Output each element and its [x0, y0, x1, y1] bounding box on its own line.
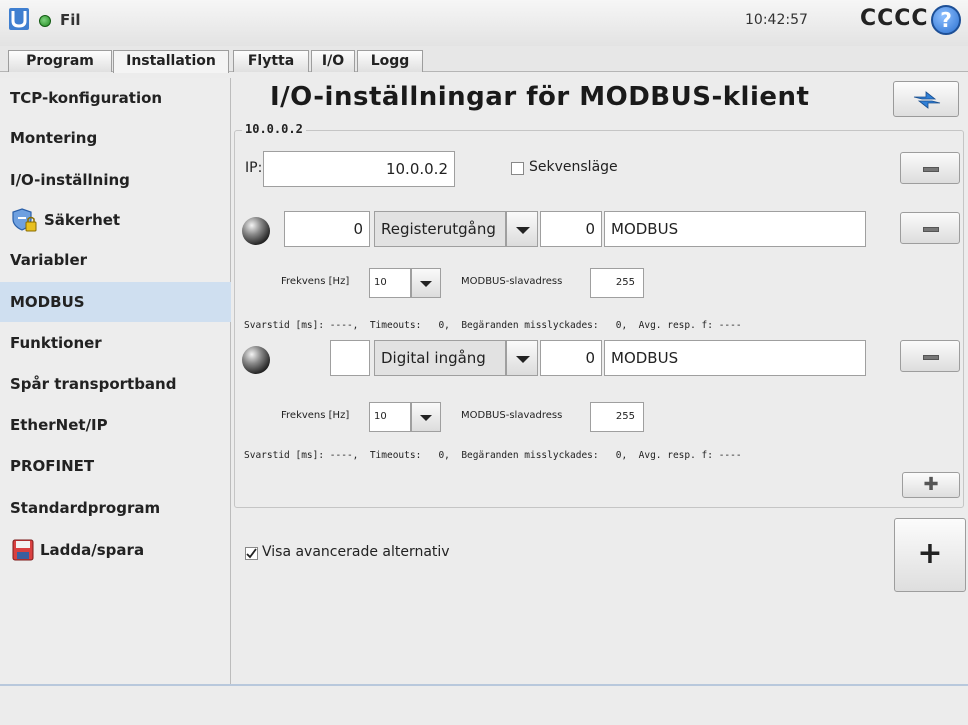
status-indicator-icon: [39, 15, 51, 27]
signal-name-input[interactable]: MODBUS: [604, 211, 866, 247]
robot-name: CCCC: [860, 6, 929, 31]
frequency-dropdown-button[interactable]: [411, 402, 441, 432]
signal-type-select[interactable]: Digital ingång: [374, 340, 506, 376]
sidebar: TCP-konfiguration Montering I/O-inställn…: [0, 78, 231, 684]
sidebar-item-tcp[interactable]: TCP-konfiguration: [0, 78, 231, 118]
sidebar-item-ladda-spara[interactable]: Ladda/spara: [0, 530, 231, 570]
signal-type-dropdown-button[interactable]: [506, 211, 538, 247]
frequency-label: Frekvens [Hz]: [281, 410, 350, 421]
ur-logo-icon: [9, 8, 29, 30]
tab-program[interactable]: Program: [8, 50, 112, 72]
help-icon[interactable]: ?: [931, 5, 961, 35]
signal-status-text: Svarstid [ms]: ----, Timeouts: 0, Begära…: [244, 450, 742, 461]
remove-unit-button[interactable]: [900, 152, 960, 184]
floppy-disk-icon: [12, 539, 34, 561]
sidebar-item-standardprogram[interactable]: Standardprogram: [0, 488, 231, 528]
group-label: 10.0.0.2: [242, 122, 306, 136]
top-bar: Fil 10:42:57 CCCC ?: [0, 0, 968, 46]
signal-register-input[interactable]: 0: [540, 340, 602, 376]
sidebar-item-variabler[interactable]: Variabler: [0, 240, 231, 280]
sidebar-item-profinet[interactable]: PROFINET: [0, 446, 231, 486]
remove-signal-button[interactable]: [900, 212, 960, 244]
add-signal-button[interactable]: ✚: [902, 472, 960, 498]
slave-address-input[interactable]: 255: [590, 268, 644, 298]
advanced-options-checkbox[interactable]: [245, 547, 258, 560]
sidebar-item-sakerhet[interactable]: Säkerhet: [0, 200, 231, 240]
sequence-mode-label: Sekvensläge: [529, 159, 618, 175]
signal-status-led-icon: [242, 346, 270, 374]
signal-status-text: Svarstid [ms]: ----, Timeouts: 0, Begära…: [244, 320, 742, 331]
slave-address-label: MODBUS-slavadress: [461, 276, 563, 287]
advanced-options-label: Visa avancerade alternativ: [262, 544, 450, 560]
signal-register-input[interactable]: 0: [540, 211, 602, 247]
frequency-select[interactable]: 10: [369, 268, 411, 298]
sidebar-item-label: Säkerhet: [44, 211, 121, 229]
tab-logg[interactable]: Logg: [357, 50, 423, 72]
frequency-label: Frekvens [Hz]: [281, 276, 350, 287]
signal-address-input[interactable]: 0: [284, 211, 370, 247]
ip-label: IP:: [245, 160, 263, 176]
remove-signal-button[interactable]: [900, 340, 960, 372]
slave-address-input[interactable]: 255: [590, 402, 644, 432]
sidebar-item-modbus[interactable]: MODBUS: [0, 282, 231, 322]
refresh-button[interactable]: [893, 81, 959, 117]
sidebar-item-funktioner[interactable]: Funktioner: [0, 323, 231, 363]
sync-arrows-icon: [913, 91, 941, 109]
sequence-mode-checkbox[interactable]: [511, 162, 524, 175]
ip-input[interactable]: 10.0.0.2: [263, 151, 455, 187]
add-modbus-unit-button[interactable]: +: [894, 518, 966, 592]
clock: 10:42:57: [745, 12, 808, 28]
frequency-select[interactable]: 10: [369, 402, 411, 432]
bottom-bar: [0, 684, 968, 725]
sidebar-item-label: Ladda/spara: [40, 541, 145, 559]
tab-installation[interactable]: Installation: [113, 50, 229, 73]
signal-address-input[interactable]: [330, 340, 370, 376]
tab-io[interactable]: I/O: [311, 50, 355, 72]
signal-type-select[interactable]: Registerutgång: [374, 211, 506, 247]
sidebar-item-spar-transportband[interactable]: Spår transportband: [0, 364, 231, 404]
shield-lock-icon: [12, 208, 37, 232]
signal-type-dropdown-button[interactable]: [506, 340, 538, 376]
signal-name-input[interactable]: MODBUS: [604, 340, 866, 376]
frequency-dropdown-button[interactable]: [411, 268, 441, 298]
page-title: I/O-inställningar för MODBUS-klient: [270, 82, 810, 112]
checkmark-icon: [246, 548, 257, 559]
tab-flytta[interactable]: Flytta: [233, 50, 309, 72]
sidebar-item-io-installning[interactable]: I/O-inställning: [0, 160, 231, 200]
sidebar-item-montering[interactable]: Montering: [0, 118, 231, 158]
file-menu[interactable]: Fil: [60, 11, 81, 29]
slave-address-label: MODBUS-slavadress: [461, 410, 563, 421]
signal-status-led-icon: [242, 217, 270, 245]
sidebar-item-ethernet-ip[interactable]: EtherNet/IP: [0, 405, 231, 445]
